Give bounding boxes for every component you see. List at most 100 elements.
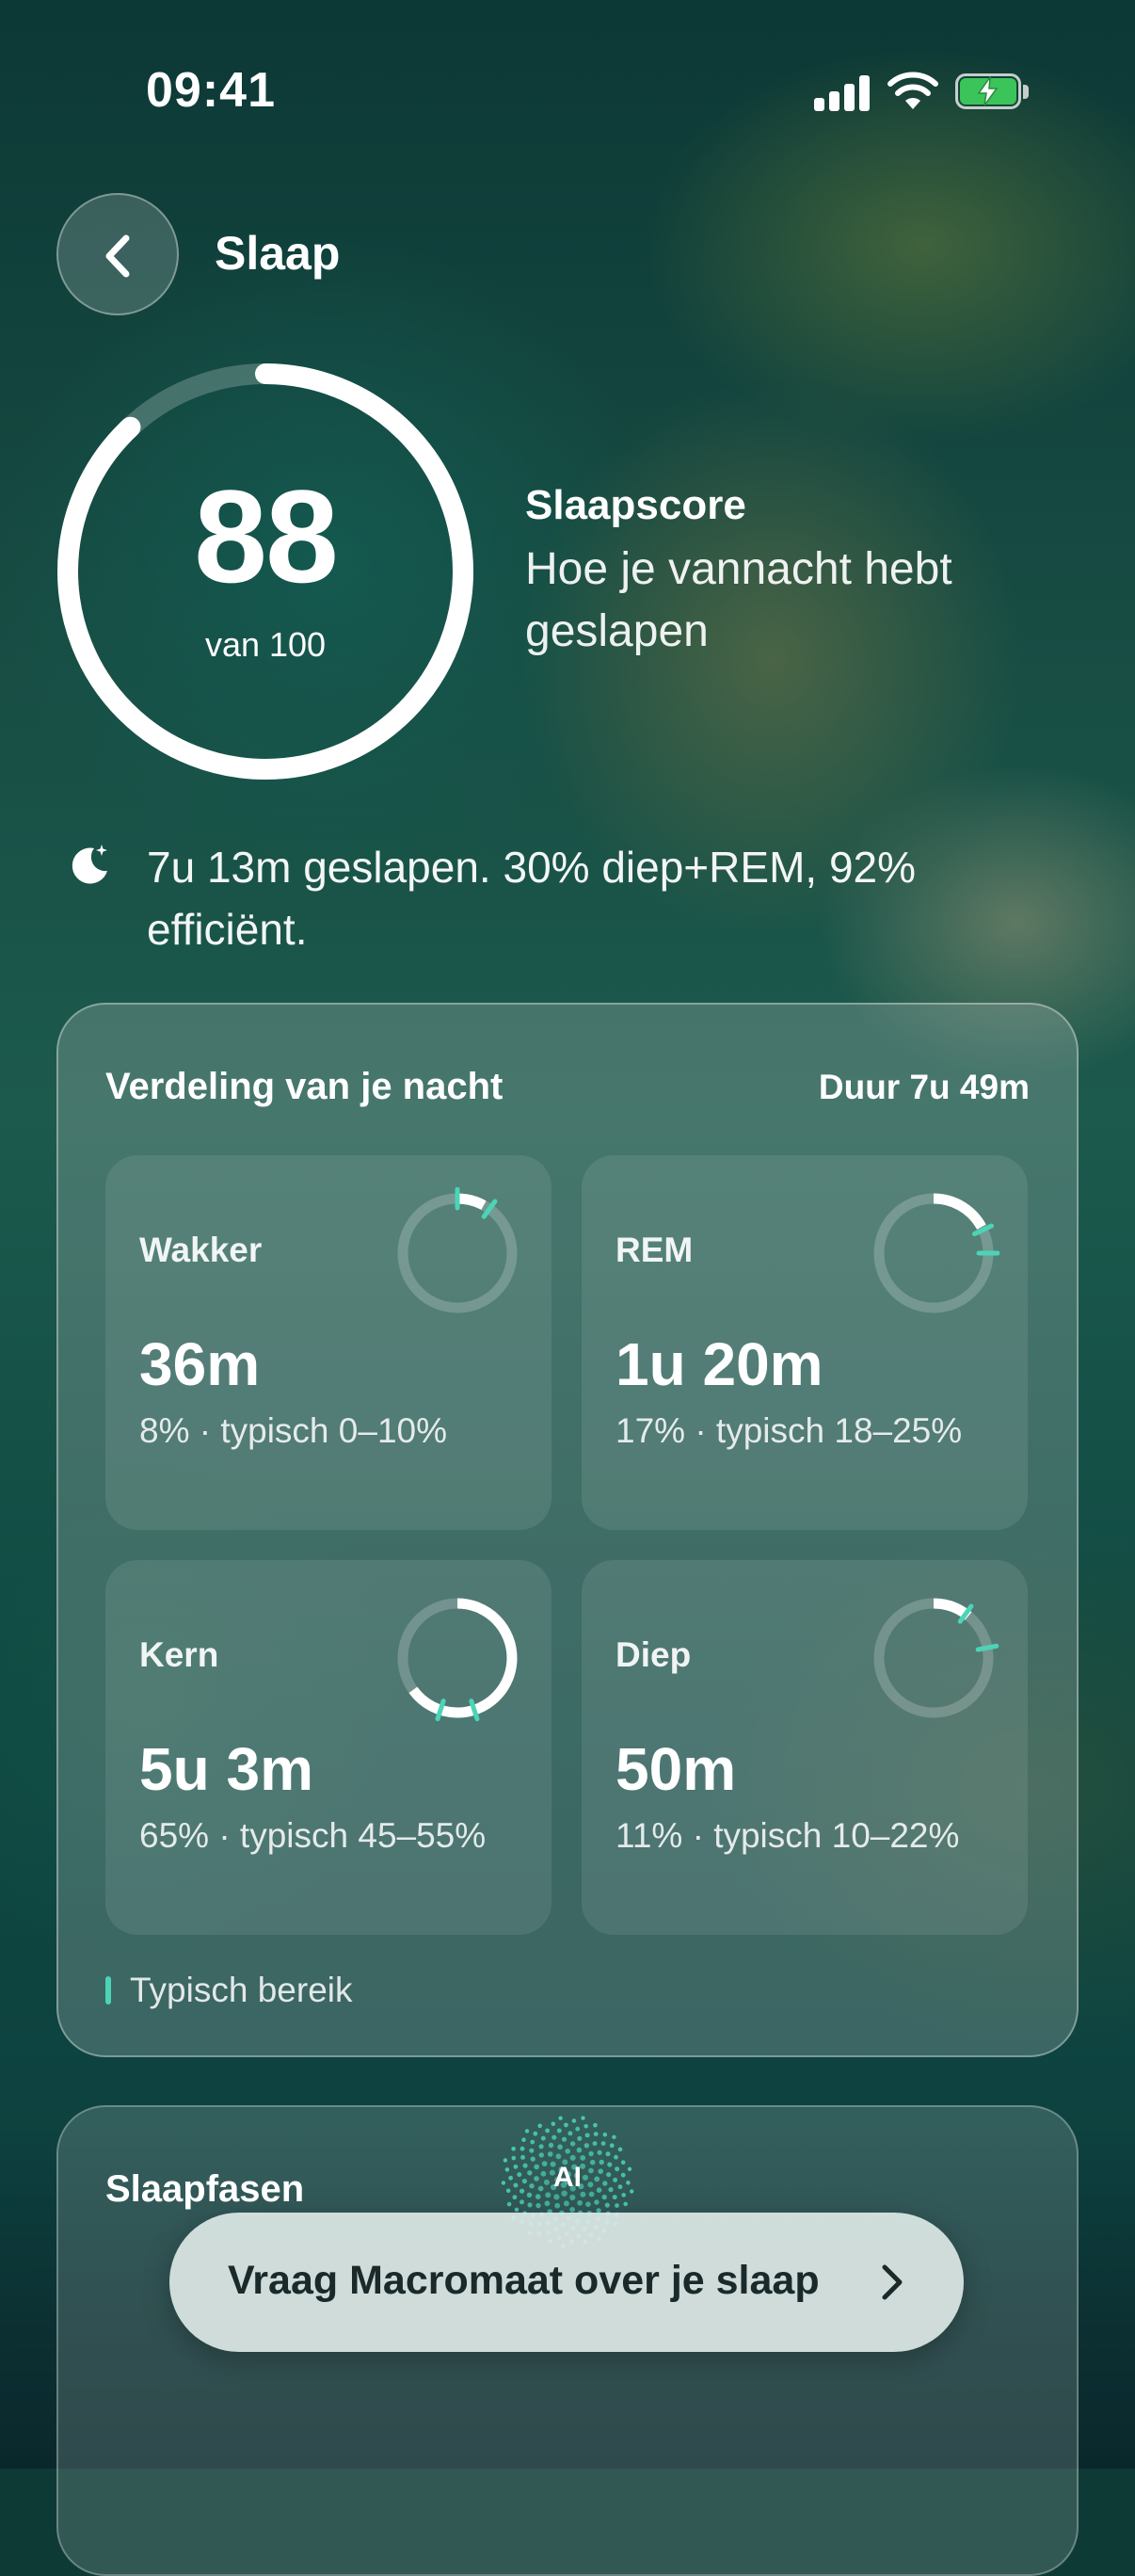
stage-ring <box>873 1598 999 1718</box>
ai-orb-dot <box>584 2133 590 2138</box>
stage-detail: 17% · typisch 18–25% <box>615 1411 963 1450</box>
ai-orb-dot <box>514 2207 520 2213</box>
ai-orb-dot <box>569 2154 576 2161</box>
ai-orb-dot <box>538 2152 544 2158</box>
ai-orb-dot <box>569 2194 576 2201</box>
stage-ring-track <box>397 1193 518 1313</box>
card-title: Verdeling van je nacht <box>105 1066 504 1107</box>
total-duration: Duur 7u 49m <box>818 1068 1030 1106</box>
ai-orb-dot <box>557 2144 563 2150</box>
ai-orb-dot <box>583 2143 589 2149</box>
ai-orb-dot <box>588 2150 594 2157</box>
stage-ring-track <box>873 1598 994 1718</box>
status-bar: 09:41 <box>0 0 1135 179</box>
sleep-score-value: 88 <box>194 462 339 610</box>
stage-detail: 65% · typisch 45–55% <box>139 1816 487 1855</box>
typical-range-legend: Typisch bereik <box>130 1971 353 2009</box>
ai-orb-dot <box>612 2195 617 2200</box>
ai-orb-dot <box>545 2128 550 2133</box>
stage-ring <box>397 1598 518 1722</box>
ai-orb-dot <box>540 2135 546 2141</box>
ai-orb-dot <box>520 2199 524 2205</box>
ai-orb-dot <box>575 2126 581 2132</box>
typical-range-max-marker <box>435 1699 446 1722</box>
ai-orb-dot <box>520 2146 525 2151</box>
ai-orb-dot <box>556 2128 562 2133</box>
ai-orb-dot <box>536 2202 541 2209</box>
stage-ring <box>873 1193 999 1313</box>
ai-orb-dot <box>577 2199 583 2206</box>
ai-orb-dot <box>563 2200 569 2207</box>
back-button[interactable] <box>56 193 179 315</box>
ai-orb-dot <box>565 2149 570 2154</box>
stage-detail: 11% · typisch 10–22% <box>615 1816 960 1855</box>
ai-orb-dot <box>585 2201 591 2207</box>
ai-orb-dot <box>583 2124 588 2129</box>
ai-orb-dot <box>594 2199 599 2205</box>
stage-name: REM <box>615 1231 694 1269</box>
stage-tile-rem[interactable]: REM 1u 20m 17% · typisch 18–25% <box>582 1155 1028 1530</box>
ai-orb-dot <box>593 2132 599 2136</box>
ai-orb-dot <box>615 2203 619 2208</box>
wifi-icon <box>887 72 938 109</box>
ai-orb-dot <box>555 2153 562 2160</box>
ai-orb-dot <box>571 2118 577 2123</box>
ai-orb-dot <box>623 2201 628 2207</box>
typical-range-legend-marker <box>105 1976 111 2004</box>
ai-orb-dot <box>512 2195 518 2200</box>
stage-detail: 8% · typisch 0–10% <box>139 1411 448 1450</box>
card-title: Slaapfasen <box>105 2168 305 2210</box>
ai-orb-dot <box>612 2134 616 2139</box>
battery-icon <box>955 73 1031 111</box>
ai-orb-dot <box>600 2141 606 2146</box>
stage-ring <box>397 1187 518 1313</box>
ai-orb-dot <box>529 2148 535 2153</box>
ai-orb-dot <box>547 2151 553 2157</box>
sleep-score-max: van 100 <box>204 625 327 664</box>
ai-orb-dot <box>577 2135 583 2141</box>
ai-orb-dot <box>537 2123 542 2129</box>
sleep-score-label: Slaapscore <box>525 482 746 528</box>
chevron-left-icon <box>105 234 130 278</box>
sleep-score-description: Hoe je vannacht hebt geslapen <box>525 544 952 656</box>
ai-orb-dot <box>564 2122 568 2128</box>
typical-range-max-marker <box>975 1643 999 1652</box>
ai-orb-dot <box>592 2141 598 2147</box>
night-distribution-card: Verdeling van je nacht Duur 7u 49m Wakke… <box>56 1003 1079 2057</box>
ai-orb-dot <box>535 2194 541 2199</box>
chevron-right-icon <box>882 2264 903 2300</box>
page-title: Slaap <box>215 227 341 280</box>
ai-orb-dot <box>551 2121 556 2127</box>
status-time: 09:41 <box>146 63 276 118</box>
ai-orb-dot <box>569 2141 576 2147</box>
ai-orb-dot <box>520 2154 525 2160</box>
ai-orb-dot <box>558 2116 563 2120</box>
stage-name: Diep <box>615 1635 692 1674</box>
ai-orb-dot <box>552 2134 557 2140</box>
stage-tile-wakker[interactable]: Wakker 36m 8% · typisch 0–10% <box>105 1155 552 1530</box>
ai-orb-dot <box>601 2194 607 2200</box>
ai-orb-dot <box>533 2131 538 2136</box>
stage-duration: 50m <box>615 1735 737 1803</box>
typical-range-min-marker <box>469 1699 480 1722</box>
ai-orb-dot <box>553 2194 560 2200</box>
ai-orb-dot <box>609 2143 615 2149</box>
ai-orb-dot <box>524 2129 530 2133</box>
ai-orb-dot <box>580 2155 586 2161</box>
ai-orb-dot <box>602 2132 608 2137</box>
ai-orb-dot <box>548 2142 554 2149</box>
ai-orb-dot <box>544 2200 551 2207</box>
ask-assistant-button[interactable]: Vraag Macromaat over je slaap <box>169 2213 964 2352</box>
cellular-signal-icon <box>814 73 871 111</box>
ai-orb-dot <box>614 2154 618 2160</box>
stage-tile-kern[interactable]: Kern 5u 3m 65% · typisch 45–55% <box>105 1560 552 1935</box>
ai-orb-dot <box>530 2156 536 2162</box>
ai-orb-dot <box>530 2139 536 2145</box>
ai-orb-dot <box>576 2147 583 2153</box>
ai-orb-dot <box>554 2202 561 2209</box>
ai-orb-dot <box>593 2122 598 2128</box>
stage-tile-diep[interactable]: Diep 50m 11% · typisch 10–22% <box>582 1560 1028 1935</box>
stage-name: Wakker <box>139 1231 263 1269</box>
ai-orb-dot <box>617 2147 623 2152</box>
stage-duration: 5u 3m <box>139 1735 313 1803</box>
